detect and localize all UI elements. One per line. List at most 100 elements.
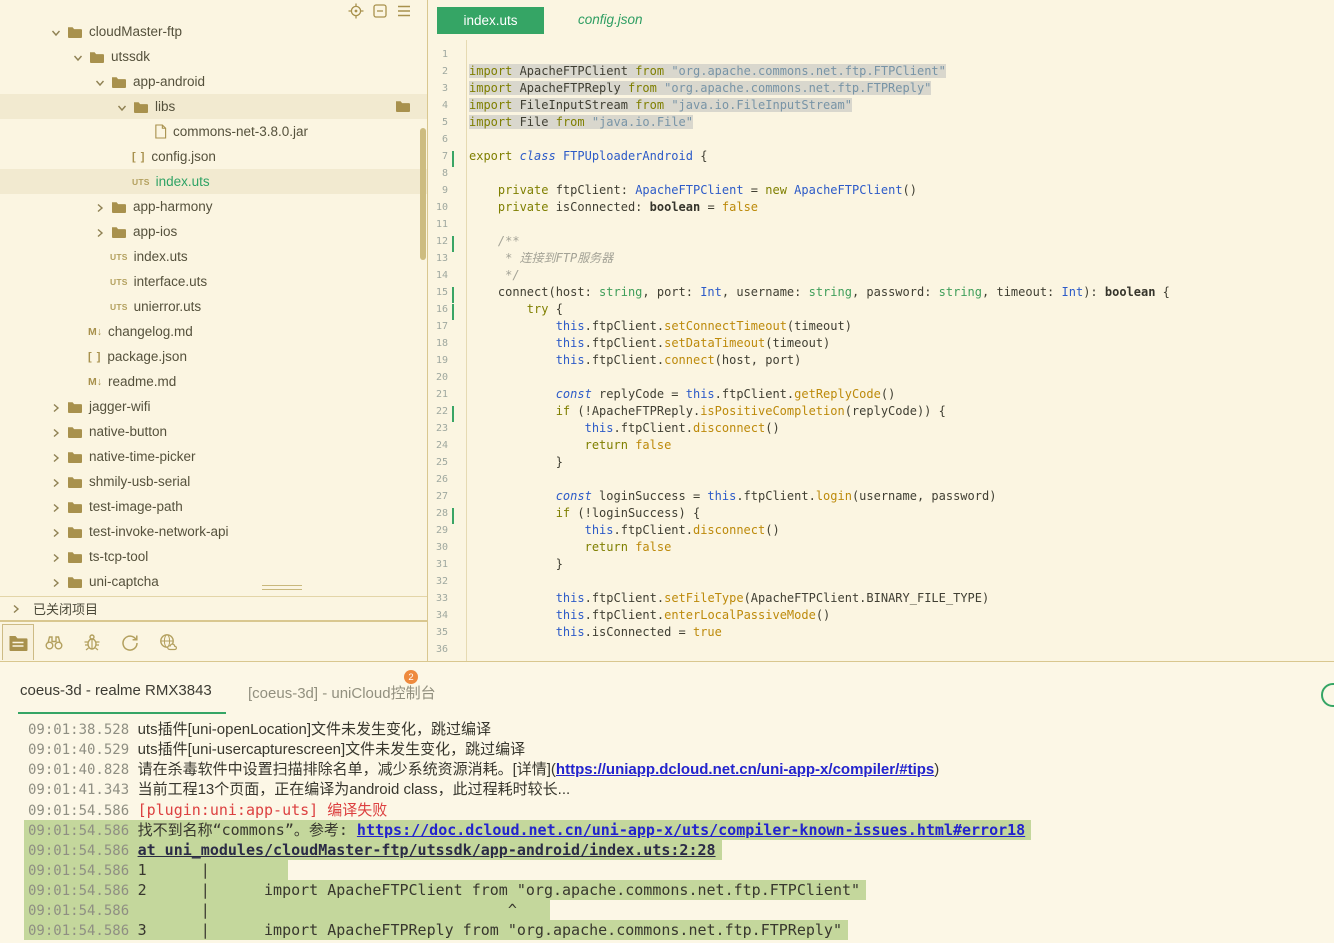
collapse-all-icon[interactable] — [372, 3, 388, 19]
tree-item-app-ios[interactable]: app-ios — [0, 219, 427, 244]
tree-item-app-android[interactable]: app-android — [0, 69, 427, 94]
tree-item-readme.md[interactable]: M↓readme.md — [0, 369, 427, 394]
code-line: 14 */ — [428, 267, 1334, 284]
code-line: 1 — [428, 46, 1334, 63]
fold-toggle-icon[interactable] — [452, 151, 462, 161]
tree-item-index.uts[interactable]: UTSindex.uts — [0, 169, 427, 194]
folder-icon — [111, 200, 127, 214]
chevron-right-icon[interactable] — [50, 451, 62, 463]
tab-config-json[interactable]: config.json — [578, 12, 643, 27]
code-line: 9 private ftpClient: ApacheFTPClient = n… — [428, 182, 1334, 199]
fold-toggle-icon[interactable] — [452, 287, 462, 297]
chevron-right-icon[interactable] — [94, 201, 106, 213]
log-text: 请在杀毒软件中设置扫描排除名单，减少系统资源消耗。[详情]( — [138, 761, 556, 778]
menu-icon[interactable] — [396, 3, 412, 19]
line-number: 31 — [428, 556, 448, 573]
chevron-right-icon[interactable] — [50, 401, 62, 413]
tree-item-test-invoke-network-api[interactable]: test-invoke-network-api — [0, 519, 427, 544]
chevron-right-icon[interactable] — [50, 551, 62, 563]
tree-item-libs[interactable]: libs — [0, 94, 427, 119]
tree-item-uni-captcha[interactable]: uni-captcha — [0, 569, 427, 594]
code-text: this.ftpClient.setFileType(ApacheFTPClie… — [469, 590, 989, 607]
debug-bug-icon[interactable] — [76, 624, 108, 660]
log-timestamp: 09:01:38.528 — [28, 722, 138, 738]
tree-item-label: test-invoke-network-api — [89, 524, 229, 539]
tree-item-utssdk[interactable]: utssdk — [0, 44, 427, 69]
chevron-right-icon[interactable] — [50, 476, 62, 488]
search-binoculars-icon[interactable] — [38, 624, 70, 660]
tree-item-cloudMaster-ftp[interactable]: cloudMaster-ftp — [0, 19, 427, 44]
tree-item-native-time-picker[interactable]: native-time-picker — [0, 444, 427, 469]
console-tab-device[interactable]: coeus-3d - realme RMX3843 — [20, 682, 212, 699]
log-link[interactable]: https://uniapp.dcloud.net.cn/uni-app-x/c… — [556, 761, 934, 778]
code-line: 21 const replyCode = this.ftpClient.getR… — [428, 386, 1334, 403]
chevron-down-icon[interactable] — [116, 101, 128, 113]
tree-item-unierror.uts[interactable]: UTSunierror.uts — [0, 294, 427, 319]
code-text: import FileInputStream from "java.io.Fil… — [469, 97, 852, 114]
chevron-right-icon[interactable] — [50, 426, 62, 438]
line-number: 29 — [428, 522, 448, 539]
tree-item-ts-tcp-tool[interactable]: ts-tcp-tool — [0, 544, 427, 569]
log-message: at uni_modules/cloudMaster-ftp/utssdk/ap… — [138, 841, 716, 859]
tree-item-shmily-usb-serial[interactable]: shmily-usb-serial — [0, 469, 427, 494]
tree-item-commons-net-3.8.0.jar[interactable]: commons-net-3.8.0.jar — [0, 119, 427, 144]
locate-file-icon[interactable] — [348, 3, 364, 19]
error-highlight: 09:01:54.586 找不到名称“commons”。参考: https://… — [24, 820, 1031, 840]
tree-item-package.json[interactable]: [ ]package.json — [0, 344, 427, 369]
console-tab-unicloud[interactable]: [coeus-3d] - uniCloud控制台 — [248, 682, 436, 703]
log-message: 找不到名称“commons”。参考: https://doc.dcloud.ne… — [138, 821, 1026, 839]
line-number: 1 — [428, 46, 448, 63]
code-line: 24 return false — [428, 437, 1334, 454]
chevron-down-icon[interactable] — [72, 51, 84, 63]
log-timestamp: 09:01:54.586 — [28, 903, 138, 919]
source-location-link[interactable]: at uni_modules/cloudMaster-ftp/utssdk/ap… — [138, 841, 716, 859]
tree-item-index.uts[interactable]: UTSindex.uts — [0, 244, 427, 269]
tree-item-label: interface.uts — [134, 274, 208, 289]
fold-toggle-icon[interactable] — [452, 508, 462, 518]
code-text: this.ftpClient.connect(host, port) — [469, 352, 801, 369]
fold-toggle-icon[interactable] — [452, 406, 462, 416]
chevron-right-icon[interactable] — [50, 576, 62, 588]
folder-icon — [67, 475, 83, 489]
log-timestamp: 09:01:54.586 — [28, 863, 138, 879]
tree-item-interface.uts[interactable]: UTSinterface.uts — [0, 269, 427, 294]
code-line: 5import File from "java.io.File" — [428, 114, 1334, 131]
code-text: try { — [469, 301, 563, 318]
fold-toggle-icon[interactable] — [452, 304, 462, 314]
tab-index-uts[interactable]: index.uts — [437, 7, 544, 34]
console-line: 09:01:54.586 [plugin:uni:app-uts] 编译失败 — [24, 800, 1334, 820]
chevron-down-icon[interactable] — [94, 76, 106, 88]
code-text: * 连接到FTP服务器 — [469, 250, 613, 267]
code-editor[interactable]: 12import ApacheFTPClient from "org.apach… — [428, 40, 1334, 661]
closed-projects-row[interactable]: 已关闭项目 — [0, 596, 427, 621]
fold-toggle-icon[interactable] — [452, 236, 462, 246]
log-message: | ^ — [138, 901, 544, 919]
console-panel: coeus-3d - realme RMX3843 [coeus-3d] - u… — [0, 661, 1334, 943]
chevron-down-icon[interactable] — [50, 26, 62, 38]
web-cloud-icon[interactable] — [152, 624, 184, 660]
sidebar-scrollbar-thumb[interactable] — [420, 128, 426, 260]
code-text: this.ftpClient.disconnect() — [469, 420, 780, 437]
tree-item-config.json[interactable]: [ ]config.json — [0, 144, 427, 169]
selection-highlight: import FileInputStream from "java.io.Fil… — [469, 98, 852, 112]
sync-refresh-icon[interactable] — [114, 624, 146, 660]
console-circle-button[interactable] — [1321, 683, 1334, 707]
chevron-right-icon[interactable] — [94, 226, 106, 238]
tree-item-label: native-time-picker — [89, 449, 196, 464]
line-number: 28 — [428, 505, 448, 522]
tree-item-native-button[interactable]: native-button — [0, 419, 427, 444]
tree-item-jagger-wifi[interactable]: jagger-wifi — [0, 394, 427, 419]
tree-item-label: changelog.md — [108, 324, 193, 339]
tree-item-app-harmony[interactable]: app-harmony — [0, 194, 427, 219]
code-line: 22 if (!ApacheFTPReply.isPositiveComplet… — [428, 403, 1334, 420]
tree-item-test-image-path[interactable]: test-image-path — [0, 494, 427, 519]
log-link[interactable]: https://doc.dcloud.net.cn/uni-app-x/uts/… — [357, 821, 1025, 839]
chevron-right-icon[interactable] — [50, 526, 62, 538]
editor-pane: index.uts config.json 12import ApacheFTP… — [428, 0, 1334, 661]
tree-item-changelog.md[interactable]: M↓changelog.md — [0, 319, 427, 344]
log-message: 2 | import ApacheFTPClient from "org.apa… — [138, 881, 860, 899]
chevron-right-icon[interactable] — [50, 501, 62, 513]
panel-splitter-handle[interactable] — [262, 585, 302, 593]
console-line: 09:01:54.586 2 | import ApacheFTPClient … — [24, 880, 1334, 900]
project-files-icon[interactable] — [2, 624, 34, 660]
